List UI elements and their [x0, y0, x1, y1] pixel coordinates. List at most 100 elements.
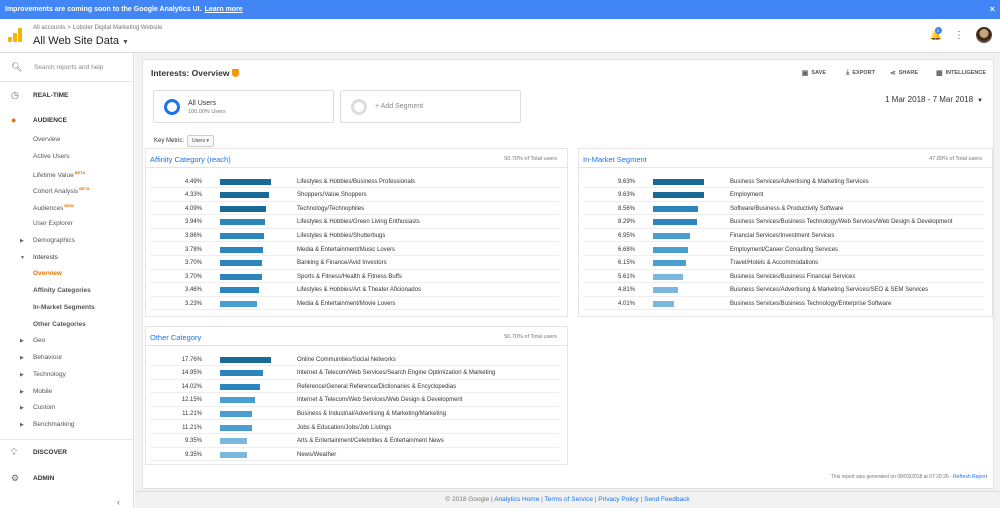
table-row[interactable]: 5.61% Business Services/Business Financia… — [579, 270, 992, 284]
row-category[interactable]: Shoppers/Value Shoppers — [297, 192, 367, 198]
table-row[interactable]: 3.70% Banking & Finance/Avid Investors — [146, 257, 567, 270]
row-category[interactable]: Technology/Technophiles — [297, 206, 364, 212]
row-category[interactable]: Business Services/Business Financial Ser… — [730, 274, 855, 280]
affinity-title[interactable]: Affinity Category (reach) — [150, 155, 231, 164]
table-row[interactable]: 8.29% Business Services/Business Technolo… — [579, 216, 992, 229]
analytics-logo-icon[interactable] — [8, 28, 22, 42]
breadcrumb-account[interactable]: Lobster Digital Marketing Website — [73, 25, 163, 31]
expand-arrow-icon[interactable]: ▶ — [20, 372, 24, 378]
search-input[interactable]: Search reports and help — [34, 64, 103, 71]
sidebar-item-other-categories[interactable]: Other Categories — [33, 321, 86, 328]
sidebar-item-discover[interactable]: 💡︎ DISCOVER — [0, 439, 134, 465]
breadcrumb[interactable]: All accounts > Lobster Digital Marketing W… — [33, 25, 162, 31]
row-category[interactable]: Business Services/Advertising & Marketin… — [730, 287, 928, 293]
row-category[interactable]: Financial Services/Investment Services — [730, 233, 834, 239]
refresh-report-link[interactable]: Refresh Report — [953, 474, 987, 480]
table-row[interactable]: 11.21% Jobs & Education/Jobs/Job Listings — [146, 421, 567, 434]
row-category[interactable]: Sports & Fitness/Health & Fitness Buffs — [297, 274, 402, 280]
expand-arrow-icon[interactable]: ▶ — [20, 405, 24, 411]
footer-link-terms[interactable]: Terms of Service — [545, 496, 593, 503]
collapse-arrow-icon[interactable]: ▼ — [20, 255, 25, 261]
sidebar-item-mobile[interactable]: Mobile — [33, 388, 52, 395]
sidebar-item-geo[interactable]: Geo — [33, 337, 45, 344]
expand-arrow-icon[interactable]: ▶ — [20, 355, 24, 361]
row-category[interactable]: Employment/Career Consulting Services — [730, 247, 838, 253]
row-category[interactable]: Banking & Finance/Avid Investors — [297, 260, 387, 266]
footer-link-feedback[interactable]: Send Feedback — [644, 496, 690, 503]
table-row[interactable]: 14.95% Internet & Telecom/Web Services/Se… — [146, 367, 567, 380]
table-row[interactable]: 6.68% Employment/Career Consulting Servic… — [579, 243, 992, 256]
sidebar-item-overview[interactable]: Overview — [33, 136, 60, 143]
footer-link-privacy[interactable]: Privacy Policy — [598, 496, 638, 503]
intelligence-button[interactable]: ▩ INTELLIGENCE — [936, 69, 986, 77]
table-row[interactable]: 4.33% Shoppers/Value Shoppers — [146, 189, 567, 202]
row-category[interactable]: Arts & Entertainment/Celebrities & Enter… — [297, 438, 444, 444]
table-row[interactable]: 3.94% Lifestyles & Hobbies/Green Living E… — [146, 216, 567, 229]
more-vertical-icon[interactable]: ⋮ — [954, 30, 964, 41]
table-row[interactable]: 6.95% Financial Services/Investment Servi… — [579, 229, 992, 243]
learn-more-link[interactable]: Learn more — [205, 6, 243, 13]
table-row[interactable]: 3.70% Sports & Fitness/Health & Fitness B… — [146, 270, 567, 284]
collapse-sidebar-icon[interactable]: ‹ — [117, 497, 120, 507]
breadcrumb-all-accounts[interactable]: All accounts — [33, 25, 65, 31]
close-icon[interactable]: × — [990, 4, 995, 14]
row-category[interactable]: Internet & Telecom/Web Services/Search E… — [297, 370, 495, 376]
sidebar-item-in-market[interactable]: In-Market Segments — [33, 304, 95, 311]
sidebar-item-audiences[interactable]: AudiencesNEW — [33, 203, 74, 212]
row-category[interactable]: Media & Entertainment/Music Lovers — [297, 247, 395, 253]
sidebar-item-cohort-analysis[interactable]: Cohort AnalysisBETA — [33, 186, 90, 195]
save-button[interactable]: ▣ SAVE — [802, 69, 826, 77]
row-category[interactable]: Online Communities/Social Networks — [297, 357, 396, 363]
table-row[interactable]: 4.49% Lifestyles & Hobbies/Business Profe… — [146, 175, 567, 188]
row-category[interactable]: News/Weather — [297, 452, 336, 458]
table-row[interactable]: 3.46% Lifestyles & Hobbies/Art & Theater … — [146, 284, 567, 297]
export-button[interactable]: ⤓ EXPORT — [846, 69, 875, 77]
sidebar-item-active-users[interactable]: Active Users — [33, 153, 69, 160]
table-row[interactable]: 4.09% Technology/Technophiles — [146, 202, 567, 216]
table-row[interactable]: 17.76% Online Communities/Social Networks — [146, 353, 567, 366]
row-category[interactable]: Reference/General Reference/Dictionaries… — [297, 384, 456, 390]
sidebar-item-interests-overview[interactable]: Overview — [33, 270, 62, 277]
row-category[interactable]: Business & Industrial/Advertising & Mark… — [297, 411, 446, 417]
table-row[interactable]: 9.35% Arts & Entertainment/Celebrities & … — [146, 435, 567, 448]
row-category[interactable]: Software/Business & Productivity Softwar… — [730, 206, 843, 212]
row-category[interactable]: Lifestyles & Hobbies/Art & Theater Afici… — [297, 287, 421, 293]
expand-arrow-icon[interactable]: ▶ — [20, 422, 24, 428]
other-title[interactable]: Other Category — [150, 333, 201, 342]
row-category[interactable]: Lifestyles & Hobbies/Green Living Enthus… — [297, 219, 420, 225]
table-row[interactable]: 3.86% Lifestyles & Hobbies/Shutterbugs — [146, 229, 567, 243]
row-category[interactable]: Lifestyles & Hobbies/Business Profession… — [297, 179, 415, 185]
table-row[interactable]: 9.63% Business Services/Advertising & Mar… — [579, 175, 992, 188]
row-category[interactable]: Business Services/Business Technology/En… — [730, 301, 891, 307]
table-row[interactable]: 14.02% Reference/General Reference/Dictio… — [146, 380, 567, 394]
view-selector[interactable]: All Web Site Data ▼ — [33, 35, 129, 47]
table-row[interactable]: 3.23% Media & Entertainment/Movie Lovers — [146, 297, 567, 311]
row-category[interactable]: Travel/Hotels & Accommodations — [730, 260, 818, 266]
sidebar-item-user-explorer[interactable]: User Explorer — [33, 220, 73, 227]
sidebar-item-demographics[interactable]: Demographics — [33, 237, 75, 244]
row-category[interactable]: Employment — [730, 192, 763, 198]
sidebar-item-realtime[interactable]: ◷ REAL-TIME — [0, 82, 134, 108]
date-range-picker[interactable]: 1 Mar 2018 - 7 Mar 2018 ▼ — [885, 95, 983, 104]
sidebar-item-interests[interactable]: Interests — [33, 254, 58, 261]
add-segment-button[interactable]: + Add Segment — [340, 90, 521, 123]
row-category[interactable]: Lifestyles & Hobbies/Shutterbugs — [297, 233, 385, 239]
segment-all-users[interactable]: All Users 100.00% Users — [153, 90, 334, 123]
table-row[interactable]: 9.63% Employment — [579, 189, 992, 202]
table-row[interactable]: 6.15% Travel/Hotels & Accommodations — [579, 257, 992, 270]
avatar[interactable] — [976, 27, 992, 43]
sidebar-item-admin[interactable]: ⚙ ADMIN — [0, 465, 134, 491]
table-row[interactable]: 9.35% News/Weather — [146, 448, 567, 462]
sidebar-item-custom[interactable]: Custom — [33, 404, 55, 411]
expand-arrow-icon[interactable]: ▶ — [20, 338, 24, 344]
row-category[interactable]: Media & Entertainment/Movie Lovers — [297, 301, 395, 307]
table-row[interactable]: 8.56% Software/Business & Productivity So… — [579, 202, 992, 216]
footer-link-analytics-home[interactable]: Analytics Home — [494, 496, 539, 503]
share-button[interactable]: ⋖ SHARE — [890, 69, 918, 77]
row-category[interactable]: Business Services/Business Technology/We… — [730, 219, 952, 225]
sidebar-item-technology[interactable]: Technology — [33, 371, 66, 378]
sidebar-item-lifetime-value[interactable]: Lifetime ValueBETA — [33, 170, 85, 179]
search-bar[interactable]: 🔍︎ Search reports and help — [0, 53, 134, 82]
bell-icon[interactable]: 🔔 2 — [930, 26, 942, 41]
table-row[interactable]: 4.81% Business Services/Advertising & Mar… — [579, 284, 992, 297]
